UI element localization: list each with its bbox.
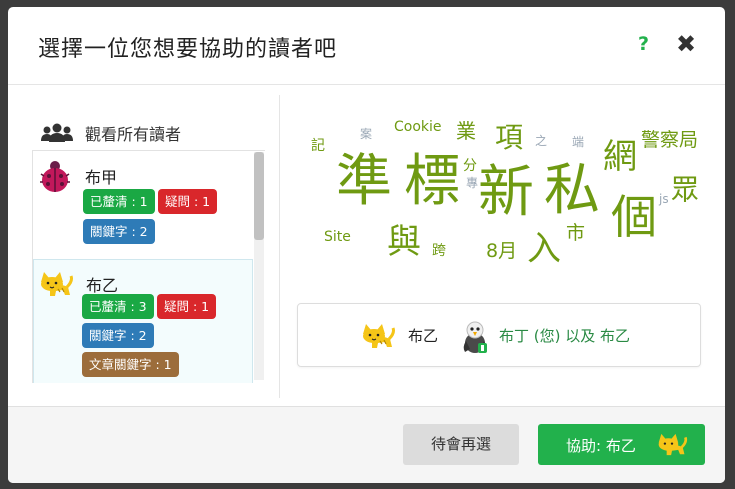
view-all-readers-label: 觀看所有讀者: [85, 125, 182, 144]
helpers-text: 布丁 (您) 以及 布乙: [499, 327, 631, 345]
scrollbar-thumb[interactable]: [254, 152, 264, 240]
word-cloud-word: 跨: [432, 243, 446, 259]
reader-item-bu-yi[interactable]: 布乙 已釐清 : 3 疑問 : 1 關鍵字 : 2 文章關鍵字 : 1: [33, 259, 253, 383]
question-badge: 疑問 : 1: [158, 189, 218, 214]
word-cloud-word: 8月: [486, 240, 518, 262]
word-cloud-word: 案: [360, 127, 373, 141]
word-cloud-word: 端: [572, 135, 585, 149]
keyword-badge: 關鍵字 : 2: [82, 323, 154, 348]
word-cloud-word: Cookie: [394, 119, 442, 135]
selected-reader-name: 布乙: [408, 327, 439, 345]
select-reader-dialog: 選擇一位您想要協助的讀者吧 ? ✖ 觀看所有讀者 布甲 已釐清: 1 疑問:…: [8, 7, 725, 483]
reader-sidebar: 觀看所有讀者 布甲 已釐清 : 1 疑問: 1 關鍵字: 2 布乙 已釐清 …: [32, 115, 265, 385]
word-cloud-word: 眾: [671, 173, 700, 206]
group-icon: [41, 123, 73, 142]
word-cloud-word: 入: [527, 229, 561, 269]
word-cloud: 記 案 Cookie 業 項 之 端 警察局 網 準 標 分 專 新 私 js …: [298, 107, 708, 282]
word-cloud-word: 業: [456, 119, 476, 143]
dialog-title: 選擇一位您想要協助的讀者吧: [38, 37, 338, 62]
clarified-badge: 已釐清 : 3: [82, 294, 154, 319]
word-cloud-word: 標: [404, 149, 460, 214]
word-cloud-word: 分: [463, 158, 477, 174]
word-cloud-word: 專: [466, 176, 479, 190]
word-cloud-word: 之: [535, 134, 548, 148]
reader-name: 布乙: [86, 276, 119, 295]
word-cloud-word: 個: [611, 190, 657, 244]
ladybug-icon: [40, 161, 70, 192]
help-reader-label: 協助: 布乙: [566, 437, 636, 455]
article-keyword-badge: 文章關鍵字 : 1: [82, 352, 179, 377]
help-reader-button[interactable]: 協助: 布乙: [538, 424, 705, 465]
choose-later-button[interactable]: 待會再選: [403, 424, 519, 465]
word-cloud-word: 與: [387, 222, 421, 262]
selected-reader-panel: 布乙 布丁 (您) 以及 布乙: [297, 303, 701, 367]
word-cloud-word: 市: [566, 222, 586, 244]
word-cloud-word: 網: [603, 137, 637, 177]
word-cloud-word: 警察局: [641, 129, 699, 151]
dialog-header: 選擇一位您想要協助的讀者吧 ? ✖: [8, 7, 725, 85]
reader-list-scrollbar[interactable]: [254, 152, 264, 380]
word-cloud-word: js: [659, 192, 669, 206]
word-cloud-word: Site: [324, 229, 351, 245]
word-cloud-word: 記: [311, 138, 325, 154]
cat-icon: [41, 272, 73, 296]
reader-list: 布甲 已釐清 : 1 疑問 : 1 關鍵字 : 2 布乙 已釐清: 3 疑問 …: [32, 151, 265, 383]
word-cloud-word: 項: [495, 121, 524, 154]
close-icon[interactable]: ✖: [676, 30, 696, 58]
cat-icon: [363, 324, 395, 348]
clarified-badge: 已釐清 : 1: [83, 189, 155, 214]
dialog-footer: 待會再選 協助: 布乙: [8, 406, 725, 483]
reader-name: 布甲: [85, 168, 118, 187]
word-cloud-word: 私: [544, 158, 600, 223]
panel-divider: [279, 95, 280, 398]
view-all-readers-button[interactable]: 觀看所有讀者: [32, 115, 265, 151]
word-cloud-word: 新: [478, 160, 534, 225]
reader-item-bu-jia[interactable]: 布甲 已釐清 : 1 疑問 : 1 關鍵字 : 2: [33, 151, 253, 251]
keyword-badge: 關鍵字 : 2: [83, 219, 155, 244]
help-icon[interactable]: ?: [638, 33, 649, 55]
eagle-icon: [463, 321, 487, 353]
question-badge: 疑問 : 1: [157, 294, 217, 319]
cat-icon: [658, 433, 688, 456]
word-cloud-word: 準: [336, 149, 392, 214]
